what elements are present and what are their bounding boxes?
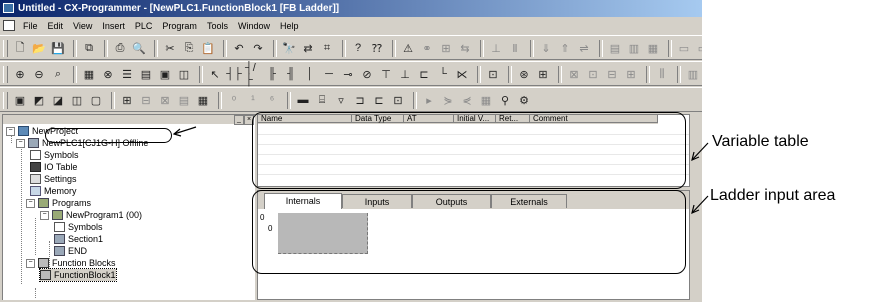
ladder-input-area-annotation: Ladder input area <box>710 187 836 204</box>
annotation-arrows <box>172 126 709 215</box>
variable-table-annotation: Variable table <box>712 133 809 150</box>
